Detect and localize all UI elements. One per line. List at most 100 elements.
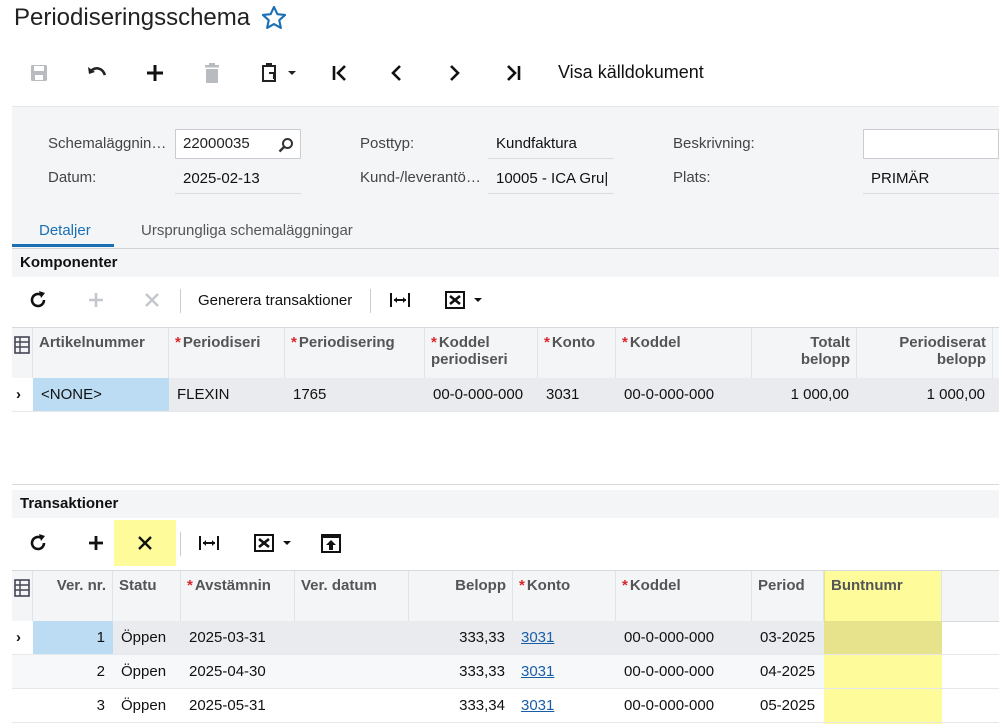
cell-koddel[interactable]: 00-0-000-000 bbox=[616, 689, 752, 722]
cell-ver-datum[interactable] bbox=[295, 655, 409, 688]
cell-ver-nr[interactable]: 3 bbox=[33, 689, 113, 722]
cell-period[interactable]: 03-2025 bbox=[752, 621, 824, 654]
upload-icon[interactable] bbox=[318, 530, 344, 556]
table-row[interactable]: 2 Öppen 2025-04-30 333,33 3031 00-0-000-… bbox=[12, 655, 999, 689]
col-koddel[interactable]: * Koddel bbox=[616, 328, 752, 378]
cell-status[interactable]: Öppen bbox=[113, 621, 181, 654]
next-icon[interactable] bbox=[441, 60, 467, 86]
cell-status[interactable]: Öppen bbox=[113, 689, 181, 722]
cell-buntnummer[interactable] bbox=[824, 689, 942, 722]
tab-ursprungliga[interactable]: Ursprungliga schemaläggningar bbox=[141, 222, 353, 239]
col-koddel[interactable]: * Koddel bbox=[616, 571, 752, 621]
posttyp-field[interactable]: Kundfaktura bbox=[488, 129, 614, 159]
grid-settings-icon[interactable] bbox=[12, 571, 33, 621]
cell-ver-datum[interactable] bbox=[295, 621, 409, 654]
tab-detaljer[interactable]: Detaljer bbox=[39, 222, 91, 239]
col-period[interactable]: Period bbox=[752, 571, 824, 621]
cell-belopp[interactable]: 333,33 bbox=[409, 655, 513, 688]
tab-active-indicator bbox=[12, 244, 114, 247]
plats-field[interactable]: PRIMÄR bbox=[863, 164, 999, 194]
cell-period[interactable]: 05-2025 bbox=[752, 689, 824, 722]
cell-artikel[interactable]: <NONE> bbox=[33, 378, 169, 411]
cell-koddel[interactable]: 00-0-000-000 bbox=[616, 378, 752, 411]
konto-link[interactable]: 3031 bbox=[521, 629, 554, 646]
table-row[interactable]: › <NONE> FLEXIN 1765 00-0-000-000 3031 0… bbox=[12, 378, 999, 412]
delete-row-button[interactable] bbox=[114, 520, 176, 566]
komponenter-grid-header: Artikelnummer * Periodiseri * Periodiserin… bbox=[12, 328, 999, 379]
plus-icon[interactable] bbox=[142, 60, 168, 86]
main-toolbar: Visa källdokument bbox=[0, 48, 999, 98]
cell-periodisering[interactable]: 1765 bbox=[285, 378, 425, 411]
table-row[interactable]: 3 Öppen 2025-05-31 333,34 3031 00-0-000-… bbox=[12, 689, 999, 723]
cell-konto[interactable]: 3031 bbox=[513, 655, 616, 688]
fit-columns-icon[interactable] bbox=[196, 530, 222, 556]
col-periodiseri[interactable]: * Periodiseri bbox=[169, 328, 285, 378]
plus-icon[interactable] bbox=[83, 287, 109, 313]
cell-koddel[interactable]: 00-0-000-000 bbox=[616, 621, 752, 654]
required-mark: * bbox=[544, 334, 550, 351]
view-source-document-button[interactable]: Visa källdokument bbox=[558, 62, 704, 83]
col-konto[interactable]: * Konto bbox=[513, 571, 616, 621]
cell-konto[interactable]: 3031 bbox=[513, 621, 616, 654]
fit-columns-icon[interactable] bbox=[387, 287, 413, 313]
cell-status[interactable]: Öppen bbox=[113, 655, 181, 688]
col-ver-nr[interactable]: Ver. nr. bbox=[33, 571, 113, 621]
search-icon[interactable] bbox=[278, 137, 294, 153]
cell-ver-nr[interactable]: 1 bbox=[33, 621, 113, 654]
cell-avstamning[interactable]: 2025-04-30 bbox=[181, 655, 295, 688]
plus-icon[interactable] bbox=[83, 530, 109, 556]
cell-buntnummer[interactable] bbox=[824, 621, 942, 654]
close-icon bbox=[138, 536, 152, 550]
cell-belopp[interactable]: 333,33 bbox=[409, 621, 513, 654]
close-icon[interactable] bbox=[139, 287, 165, 313]
cell-ver-nr[interactable]: 2 bbox=[33, 655, 113, 688]
cell-konto[interactable]: 3031 bbox=[538, 378, 616, 411]
undo-icon[interactable] bbox=[84, 60, 110, 86]
konto-link[interactable]: 3031 bbox=[521, 663, 554, 680]
col-koddel-periodiseri[interactable]: * Koddel periodiseri bbox=[425, 328, 538, 378]
excel-export-dropdown[interactable] bbox=[252, 530, 298, 556]
cell-avstamning[interactable]: 2025-03-31 bbox=[181, 621, 295, 654]
cell-avstamning[interactable]: 2025-05-31 bbox=[181, 689, 295, 722]
first-icon[interactable] bbox=[327, 60, 353, 86]
cell-konto[interactable]: 3031 bbox=[513, 689, 616, 722]
cell-totalt[interactable]: 1 000,00 bbox=[752, 378, 857, 411]
cell-belopp[interactable]: 333,34 bbox=[409, 689, 513, 722]
col-ver-datum[interactable]: Ver. datum bbox=[295, 571, 409, 621]
col-konto[interactable]: * Konto bbox=[538, 328, 616, 378]
konto-link[interactable]: 3031 bbox=[521, 697, 554, 714]
cell-ver-datum[interactable] bbox=[295, 689, 409, 722]
star-icon[interactable] bbox=[260, 4, 288, 32]
datum-field[interactable]: 2025-02-13 bbox=[175, 164, 301, 194]
cell-koddel-periodiseri[interactable]: 00-0-000-000 bbox=[425, 378, 538, 411]
generate-transactions-button[interactable]: Generera transaktioner bbox=[198, 292, 352, 309]
table-row[interactable]: › 1 Öppen 2025-03-31 333,33 3031 00-0-00… bbox=[12, 621, 999, 655]
cell-period[interactable]: 04-2025 bbox=[752, 655, 824, 688]
schema-field[interactable]: 22000035 bbox=[175, 129, 301, 159]
kund-field[interactable]: 10005 - ICA Gru| bbox=[488, 164, 614, 194]
col-buntnummer[interactable]: Buntnumr bbox=[824, 571, 942, 621]
col-periodiserat-belopp[interactable]: Periodiserat belopp bbox=[857, 328, 993, 378]
cell-periodiseri[interactable]: FLEXIN bbox=[169, 378, 285, 411]
cell-koddel[interactable]: 00-0-000-000 bbox=[616, 655, 752, 688]
col-totalt-belopp[interactable]: Totalt belopp bbox=[752, 328, 857, 378]
trash-icon[interactable] bbox=[199, 60, 225, 86]
col-artikelnummer[interactable]: Artikelnummer bbox=[33, 328, 169, 378]
excel-export-dropdown[interactable] bbox=[443, 287, 489, 313]
prev-icon[interactable] bbox=[384, 60, 410, 86]
grid-settings-icon[interactable] bbox=[12, 328, 33, 378]
col-avstamning[interactable]: * Avstämnin bbox=[181, 571, 295, 621]
col-periodisering[interactable]: * Periodisering bbox=[285, 328, 425, 378]
paste-dropdown[interactable] bbox=[258, 60, 302, 86]
cell-buntnummer[interactable] bbox=[824, 655, 942, 688]
col-belopp[interactable]: Belopp bbox=[409, 571, 513, 621]
refresh-icon[interactable] bbox=[25, 530, 51, 556]
required-mark: * bbox=[431, 334, 437, 351]
cell-periodiserat[interactable]: 1 000,00 bbox=[857, 378, 993, 411]
refresh-icon[interactable] bbox=[25, 287, 51, 313]
komponenter-header: Komponenter bbox=[12, 249, 999, 277]
col-status[interactable]: Statu bbox=[113, 571, 181, 621]
beskrivning-input[interactable] bbox=[863, 129, 999, 159]
save-icon[interactable] bbox=[26, 60, 52, 86]
last-icon[interactable] bbox=[500, 60, 526, 86]
